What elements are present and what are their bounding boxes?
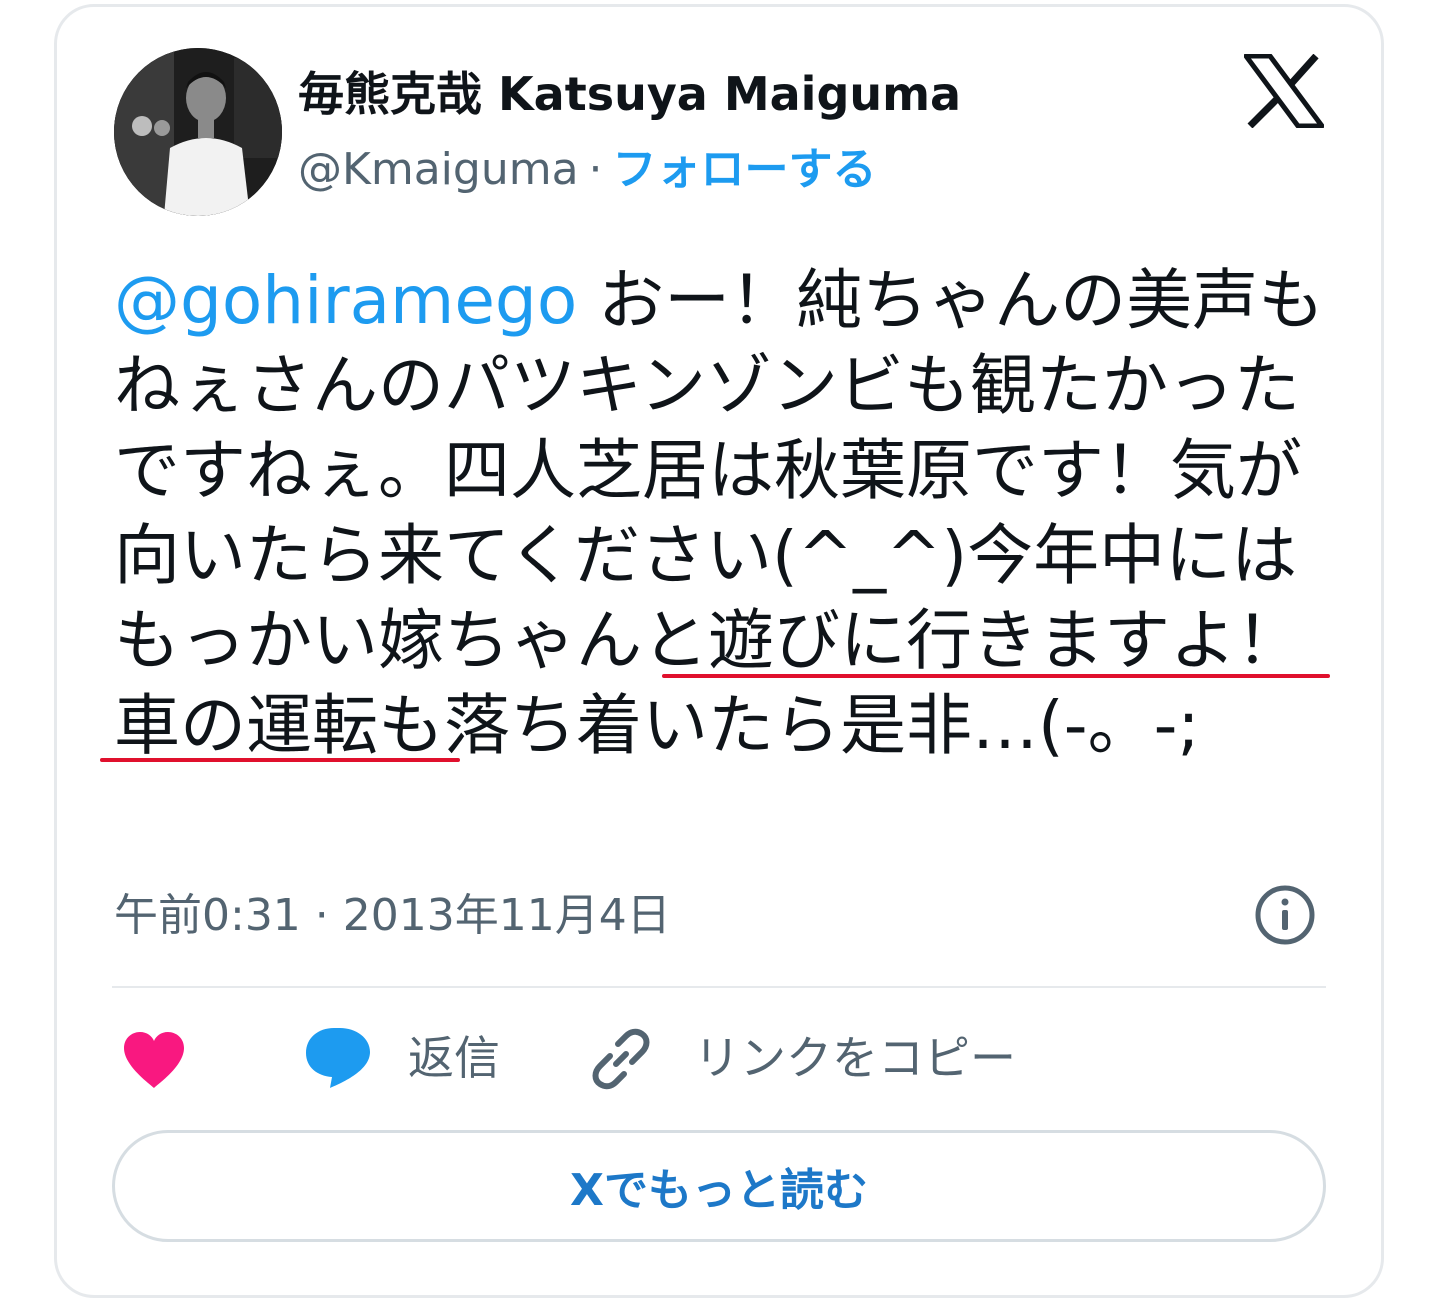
- x-logo-icon[interactable]: [1244, 54, 1324, 128]
- reply-bubble-icon[interactable]: [304, 1026, 372, 1090]
- read-more-on-x-button[interactable]: Xでもっと読む: [112, 1130, 1326, 1242]
- tweet-timestamp[interactable]: 午前0:31 · 2013年11月4日: [114, 886, 671, 946]
- avatar[interactable]: [114, 48, 282, 216]
- reply-mention-link[interactable]: @gohiramego: [114, 262, 577, 339]
- copy-link-button-label[interactable]: リンクをコピー: [694, 1026, 1016, 1090]
- reply-button-label[interactable]: 返信: [408, 1026, 500, 1090]
- link-icon[interactable]: [588, 1026, 654, 1092]
- divider: [112, 986, 1326, 988]
- red-underline-annotation: [662, 674, 1330, 678]
- follow-button[interactable]: フォローする: [613, 144, 877, 195]
- heart-icon[interactable]: [122, 1030, 186, 1090]
- author-handle[interactable]: @Kmaiguma: [298, 144, 579, 195]
- author-name[interactable]: 毎熊克哉 Katsuya Maiguma: [298, 64, 961, 124]
- info-icon[interactable]: [1254, 884, 1316, 946]
- handle-row: @Kmaiguma · フォローする: [298, 140, 877, 200]
- tweet-text: @gohiramego おー！純ちゃんの美声もねぇさんのパツキンゾンビも観たかっ…: [114, 258, 1334, 768]
- red-underline-annotation: [100, 758, 460, 762]
- separator-dot: ·: [588, 144, 603, 195]
